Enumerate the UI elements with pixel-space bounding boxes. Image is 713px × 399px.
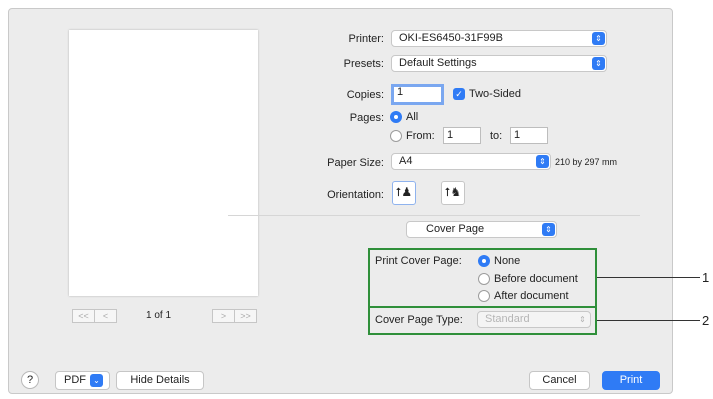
print-cover-page-label: Print Cover Page: — [375, 255, 462, 267]
pages-to-field[interactable]: 1 — [510, 127, 548, 144]
chevron-down-icon: ⌄ — [90, 373, 103, 387]
previous-page-button[interactable]: < — [95, 309, 117, 323]
chevron-updown-icon: ⇕ — [592, 57, 605, 70]
callout-number-2: 2 — [702, 313, 710, 328]
callout-line-2 — [597, 320, 700, 321]
orientation-label: Orientation: — [327, 189, 384, 201]
cancel-button[interactable]: Cancel — [529, 371, 590, 390]
page-counter: 1 of 1 — [146, 310, 172, 321]
pdf-label: PDF — [64, 374, 86, 386]
portrait-person-icon: ⭡♟ — [395, 185, 413, 199]
pager-back-group: << < — [72, 309, 117, 323]
copies-field[interactable]: 1 — [391, 84, 444, 105]
cover-page-type-label: Cover Page Type: — [375, 314, 463, 326]
hide-details-button[interactable]: Hide Details — [116, 371, 204, 390]
chevron-updown-icon: ⇕ — [536, 155, 549, 168]
pages-from-field[interactable]: 1 — [443, 127, 481, 144]
cover-before-radio[interactable] — [478, 273, 490, 285]
pages-from-radio[interactable] — [390, 130, 402, 142]
next-page-button[interactable]: > — [212, 309, 235, 323]
cover-none-radio[interactable] — [478, 255, 490, 267]
cover-before-label: Before document — [494, 273, 578, 285]
two-sided-checkbox[interactable]: ✓ — [453, 88, 465, 100]
pages-to-label: to: — [490, 130, 503, 142]
callout-line-1 — [597, 277, 700, 278]
cover-after-label: After document — [494, 290, 569, 302]
presets-select[interactable]: Default Settings ⇕ — [391, 55, 607, 72]
page-preview — [69, 30, 258, 296]
chevron-updown-icon: ⇕ — [592, 32, 605, 45]
printer-select[interactable]: OKI-ES6450-31F99B ⇕ — [391, 30, 607, 47]
callout-number-1: 1 — [702, 270, 710, 285]
paper-size-value: A4 — [399, 155, 413, 167]
print-button[interactable]: Print — [602, 371, 660, 390]
pages-label: Pages: — [349, 112, 384, 124]
section-value: Cover Page — [426, 223, 485, 235]
paper-size-select[interactable]: A4 ⇕ — [391, 153, 551, 170]
presets-value: Default Settings — [399, 57, 477, 69]
pages-all-label: All — [406, 111, 419, 123]
two-sided-label: Two-Sided — [469, 88, 521, 100]
copies-label: Copies: — [346, 89, 384, 101]
divider — [228, 215, 640, 216]
landscape-orientation-button[interactable]: ⭡♞ — [441, 181, 465, 205]
pages-all-radio[interactable] — [390, 111, 402, 123]
pager-forward-group: > >> — [212, 309, 257, 323]
last-page-button[interactable]: >> — [235, 309, 257, 323]
cover-page-type-select[interactable]: Standard ⇕ — [477, 311, 591, 328]
cover-none-label: None — [494, 255, 521, 267]
chevron-updown-icon: ⇕ — [542, 223, 555, 236]
paper-size-label: Paper Size: — [327, 157, 384, 169]
paper-size-dimensions: 210 by 297 mm — [555, 157, 618, 167]
landscape-person-icon: ⭡♞ — [444, 185, 462, 199]
portrait-orientation-button[interactable]: ⭡♟ — [392, 181, 416, 205]
pages-from-label: From: — [406, 130, 435, 142]
presets-label: Presets: — [343, 58, 384, 70]
first-page-button[interactable]: << — [72, 309, 95, 323]
pdf-menu-button[interactable]: PDF ⌄ — [55, 371, 110, 390]
printer-value: OKI-ES6450-31F99B — [399, 32, 503, 44]
printer-label: Printer: — [348, 33, 384, 45]
help-button[interactable]: ? — [21, 371, 39, 389]
chevron-updown-icon: ⇕ — [579, 315, 586, 324]
section-select[interactable]: Cover Page ⇕ — [406, 221, 557, 238]
cover-after-radio[interactable] — [478, 290, 490, 302]
cover-page-type-value: Standard — [485, 313, 530, 325]
